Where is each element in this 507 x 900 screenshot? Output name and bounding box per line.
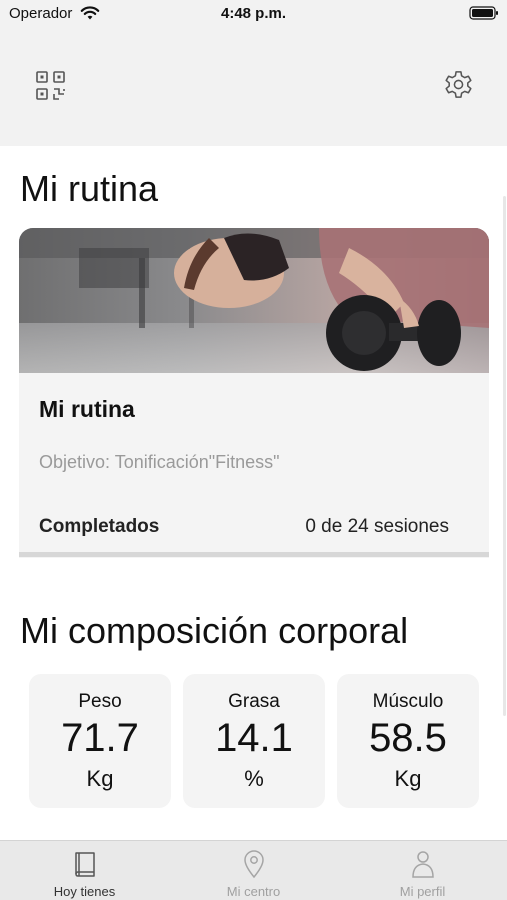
completed-label: Completados [39,516,160,537]
routine-progress-bar [19,552,489,557]
metric-card-fat[interactable]: Grasa 14.1 % [183,674,325,808]
metric-value: 71.7 [61,716,139,760]
routine-card[interactable]: Mi rutina Objetivo: Tonificación"Fitness… [19,228,489,558]
book-icon [75,852,95,877]
metric-card-weight[interactable]: Peso 71.7 Kg [29,674,171,808]
tab-label: Mi centro [226,884,281,899]
metric-unit: Kg [86,766,114,791]
metric-label: Músculo [372,691,444,712]
tab-mi-centro[interactable]: Mi centro [169,841,338,900]
metric-card-muscle[interactable]: Músculo 58.5 Kg [337,674,479,808]
tab-label: Mi perfil [399,884,446,899]
status-time: 4:48 p.m. [220,5,287,22]
completed-sessions: 0 de 24 sesiones [305,516,449,537]
routine-photo [19,228,489,373]
metric-value: 14.1 [215,716,293,760]
tab-mi-perfil[interactable]: Mi perfil [338,841,507,900]
routine-name: Mi rutina [39,396,135,422]
location-pin-icon [244,850,264,879]
metric-unit: % [244,766,264,791]
tab-hoy-tienes[interactable]: Hoy tienes [0,841,169,900]
metric-label: Grasa [228,691,280,712]
metric-label: Peso [78,691,122,712]
person-icon [412,851,434,878]
body-composition-title: Mi composición corporal [20,610,409,651]
metric-value: 58.5 [369,716,447,760]
battery-icon [469,6,498,20]
routine-section-title: Mi rutina [20,168,159,209]
metric-unit: Kg [394,766,422,791]
scroll-indicator [503,196,506,716]
tab-bar: Hoy tienes Mi centro Mi perfil [0,840,507,900]
top-toolbar [0,30,507,146]
status-bar: Operador 4:48 p.m. [0,0,507,30]
main-content[interactable]: Mi rutina Mi rutina Objetivo: Tonificaci… [0,146,507,840]
tab-label: Hoy tienes [53,884,116,899]
routine-goal: Objetivo: Tonificación"Fitness" [39,452,280,472]
gear-icon[interactable] [443,69,474,100]
qr-code-icon[interactable] [35,70,66,101]
